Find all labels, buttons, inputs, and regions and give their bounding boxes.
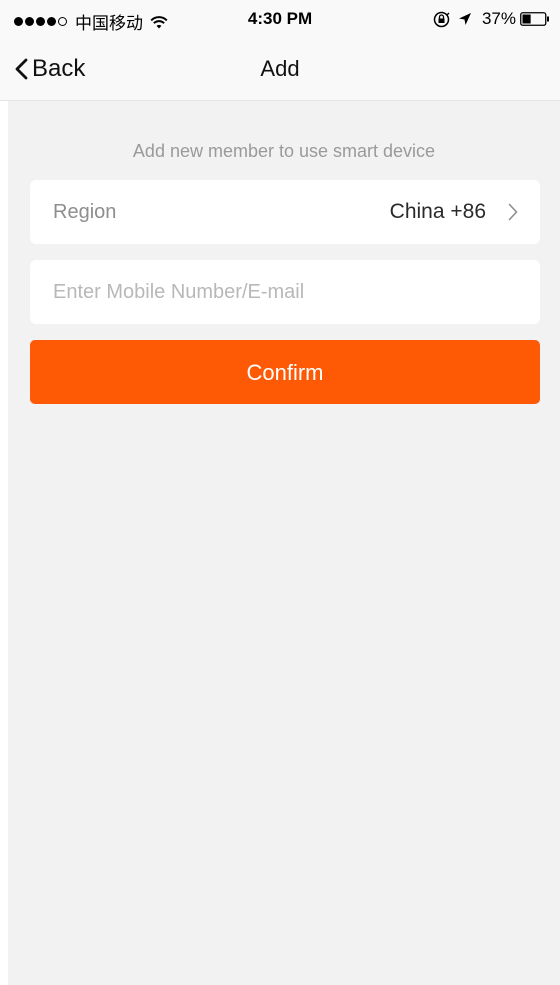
subtitle: Add new member to use smart device	[132, 141, 436, 161]
orientation-lock-icon	[433, 11, 450, 27]
location-arrow-icon	[458, 13, 471, 25]
navigation-bar: Back Add	[0, 40, 560, 101]
region-selector[interactable]: Region China +86	[30, 180, 540, 244]
status-right: 37%	[433, 9, 550, 29]
battery-percent: 37%	[481, 9, 516, 28]
battery-icon	[520, 12, 549, 26]
status-bar: 中国移动 4:30 PM 37%	[0, 0, 560, 40]
region-value: China +86	[389, 200, 486, 223]
mobile-email-input[interactable]	[30, 260, 540, 324]
app-screen: 中国移动 4:30 PM 37% Back Add Add new member…	[0, 0, 560, 985]
page-title: Add	[260, 56, 300, 81]
region-label: Region	[53, 201, 117, 223]
chevron-right-icon	[508, 203, 518, 221]
main-content: Add new member to use smart device Regio…	[8, 101, 560, 985]
confirm-button[interactable]: Confirm	[30, 340, 540, 404]
contact-field	[30, 260, 540, 324]
